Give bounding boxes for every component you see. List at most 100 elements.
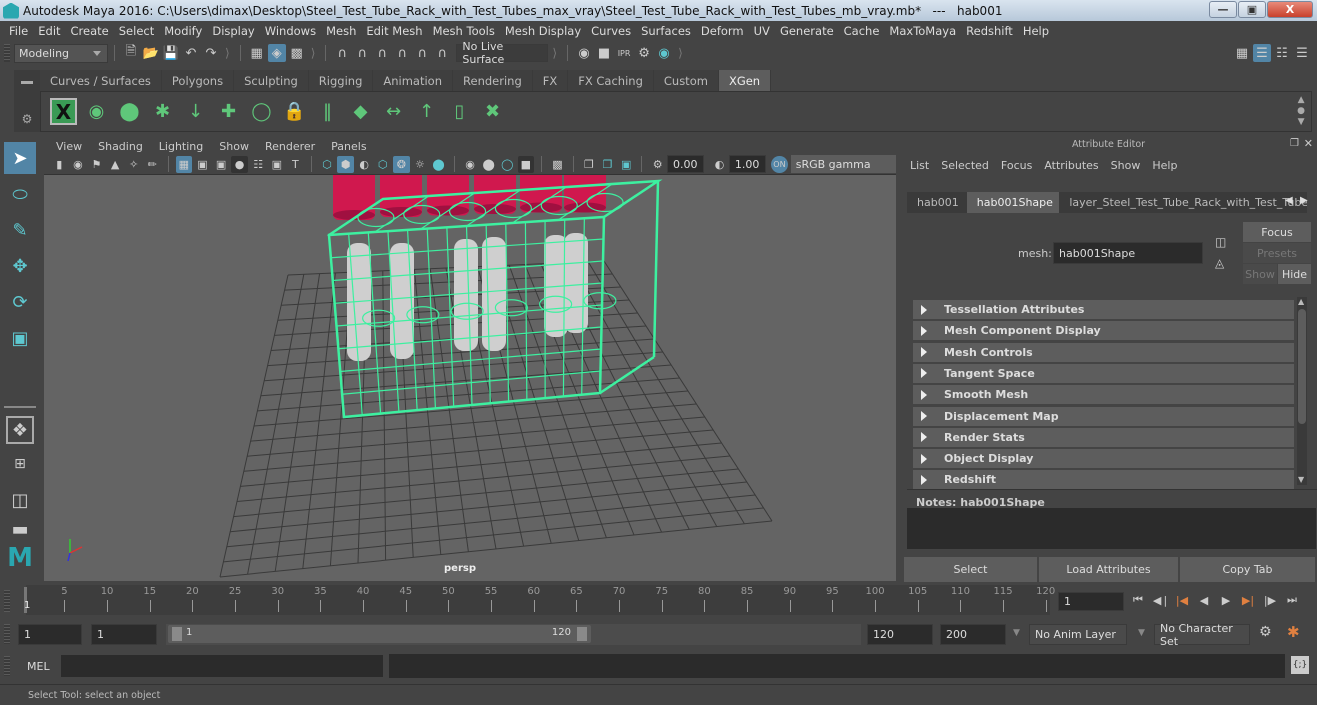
mesh-name-field[interactable]: hab001Shape <box>1053 242 1203 264</box>
status-line-grip[interactable] <box>4 44 10 62</box>
shelf-tab-curves-surfaces[interactable]: Curves / Surfaces <box>40 70 162 91</box>
ae-menu-list[interactable]: List <box>904 159 935 172</box>
xgen-place-guides-icon[interactable]: ↓ <box>182 98 209 125</box>
node-tab[interactable]: hab001 <box>907 192 967 213</box>
hypershade-icon[interactable]: ◉ <box>655 44 673 62</box>
command-language-toggle[interactable]: MEL <box>27 660 50 673</box>
multisample-aa-icon[interactable]: ◯ <box>499 156 516 173</box>
snap-curve-icon[interactable]: ∩ <box>353 44 371 62</box>
collapse-arrow-icon[interactable]: ⟩ <box>225 46 230 60</box>
node-tab[interactable]: hab001Shape <box>966 192 1060 213</box>
menu-create[interactable]: Create <box>66 24 114 38</box>
menu-mesh-display[interactable]: Mesh Display <box>500 24 586 38</box>
xgen-editor-icon[interactable]: X <box>50 98 77 125</box>
animation-preferences-icon[interactable]: ✱ <box>1287 623 1300 641</box>
use-all-lights-icon[interactable]: ☼ <box>412 156 429 173</box>
attribute-section-tessellation-attributes[interactable]: Tessellation Attributes <box>913 300 1294 319</box>
step-back-key-icon[interactable]: |◀ <box>1172 591 1192 609</box>
xgen-delete-guides-icon[interactable]: ✖ <box>479 98 506 125</box>
float-panel-icon[interactable]: ❐ <box>1290 138 1299 149</box>
command-input[interactable] <box>61 655 383 677</box>
range-end-handle[interactable] <box>577 627 587 641</box>
viewport-menu-show[interactable]: Show <box>211 140 257 153</box>
live-surface-field[interactable]: No Live Surface <box>456 40 549 66</box>
persp-outliner-layout-icon[interactable]: ◫ <box>4 484 36 516</box>
step-forward-frame-icon[interactable]: |▶ <box>1260 591 1280 609</box>
attribute-section-mesh-component-display[interactable]: Mesh Component Display <box>913 321 1294 341</box>
xgen-select-guides-icon[interactable]: ‖ <box>314 98 341 125</box>
restore-button[interactable]: ▣ <box>1238 1 1266 18</box>
menu-maxtomaya[interactable]: MaxToMaya <box>884 24 961 38</box>
gate-mask-icon[interactable]: ● <box>231 155 248 173</box>
channel-box-toggle-icon[interactable]: ☰ <box>1293 44 1311 62</box>
time-slider-grip[interactable] <box>4 590 10 612</box>
attribute-section-object-display[interactable]: Object Display <box>913 449 1294 469</box>
undo-icon[interactable]: ↶ <box>182 44 200 62</box>
go-to-start-icon[interactable]: ⏮ <box>1128 591 1148 609</box>
shelf-tab-polygons[interactable]: Polygons <box>161 70 235 91</box>
shelf-tab-rigging[interactable]: Rigging <box>308 70 374 91</box>
viewport-menu-shading[interactable]: Shading <box>90 140 151 153</box>
attribute-section-tangent-space[interactable]: Tangent Space <box>913 363 1294 383</box>
tool-settings-toggle-icon[interactable]: ☷ <box>1273 44 1291 62</box>
shadows-icon[interactable]: ⬤ <box>430 156 447 173</box>
menu-display[interactable]: Display <box>207 24 259 38</box>
snap-live-icon[interactable]: ∩ <box>413 44 431 62</box>
shelf-tab-fx[interactable]: FX <box>532 70 569 91</box>
scale-tool-icon[interactable]: ▣ <box>4 322 36 354</box>
exposure-field[interactable]: 0.00 <box>667 155 705 173</box>
grid-toggle-icon[interactable]: ▦ <box>175 155 193 173</box>
tab-scroll-left-icon[interactable]: ◀ <box>1285 195 1293 206</box>
collapse-arrow-icon[interactable]: ⟩ <box>552 46 557 60</box>
field-chart-icon[interactable]: ☷ <box>250 156 267 173</box>
snap-grid-icon[interactable]: ∩ <box>333 44 351 62</box>
minimize-button[interactable]: — <box>1209 1 1237 18</box>
menu-curves[interactable]: Curves <box>586 24 636 38</box>
film-gate-icon[interactable]: ▣ <box>194 156 211 173</box>
notes-textarea[interactable] <box>907 508 1316 549</box>
playback-start-field[interactable]: 1 <box>91 624 157 645</box>
smooth-shade-icon[interactable]: ⬢ <box>337 155 354 173</box>
perspective-viewport[interactable]: persp <box>44 175 896 581</box>
shelf-scrollbar[interactable]: ▲ ● ▼ <box>1297 95 1305 128</box>
safe-action-icon[interactable]: ▣ <box>269 156 286 173</box>
paint-select-tool-icon[interactable]: ✎ <box>4 214 36 246</box>
select-tool-icon[interactable]: ➤ <box>4 142 36 174</box>
xgen-preview-icon[interactable]: ◉ <box>83 98 110 125</box>
ae-menu-selected[interactable]: Selected <box>935 159 995 172</box>
scrollbar-thumb[interactable] <box>1298 309 1306 424</box>
presets-button[interactable]: Presets <box>1243 243 1311 263</box>
menu-cache[interactable]: Cache <box>839 24 885 38</box>
scroll-up-icon[interactable]: ▲ <box>1298 297 1304 306</box>
viewport-menu-panels[interactable]: Panels <box>323 140 374 153</box>
menu-select[interactable]: Select <box>114 24 159 38</box>
select-button[interactable]: Select <box>904 557 1037 582</box>
xgen-guide-length-icon[interactable]: ↑ <box>413 98 440 125</box>
select-by-object-icon[interactable]: ◈ <box>267 44 286 62</box>
menu-mesh-tools[interactable]: Mesh Tools <box>428 24 500 38</box>
gamma-field[interactable]: 1.00 <box>728 155 767 173</box>
render-settings-icon[interactable]: ⚙ <box>635 44 653 62</box>
shelf-tab-animation[interactable]: Animation <box>373 70 454 91</box>
depth-of-field-icon[interactable]: ■ <box>517 155 535 173</box>
grease-pencil-icon[interactable]: ✏ <box>144 156 161 173</box>
viewport-menu-view[interactable]: View <box>48 140 90 153</box>
bookmark-icon[interactable]: ⚑ <box>88 156 105 173</box>
ae-menu-attributes[interactable]: Attributes <box>1038 159 1104 172</box>
menu-file[interactable]: File <box>4 24 33 38</box>
playback-end-field[interactable]: 120 <box>867 624 933 645</box>
isolate-select-icon[interactable]: ▩ <box>549 156 566 173</box>
move-tool-icon[interactable]: ✥ <box>4 250 36 282</box>
ipr-render-icon[interactable]: IPR <box>615 44 633 62</box>
step-back-frame-icon[interactable]: ◀ | <box>1150 591 1170 609</box>
close-panel-icon[interactable]: ✕ <box>1304 137 1313 150</box>
new-scene-icon[interactable]: 🗎 <box>122 44 140 62</box>
save-scene-icon[interactable]: 💾 <box>162 44 180 62</box>
shelf-tab-sculpting[interactable]: Sculpting <box>234 70 309 91</box>
attribute-section-displacement-map[interactable]: Displacement Map <box>913 406 1294 426</box>
rotate-tool-icon[interactable]: ⟳ <box>4 286 36 318</box>
render-frame-icon[interactable]: ■ <box>595 44 613 62</box>
output-connections-icon[interactable]: ◬ <box>1215 256 1224 270</box>
anim-layer-dropdown[interactable]: No Anim Layer <box>1029 624 1127 645</box>
xgen-flip-guides-icon[interactable]: ↔ <box>380 98 407 125</box>
